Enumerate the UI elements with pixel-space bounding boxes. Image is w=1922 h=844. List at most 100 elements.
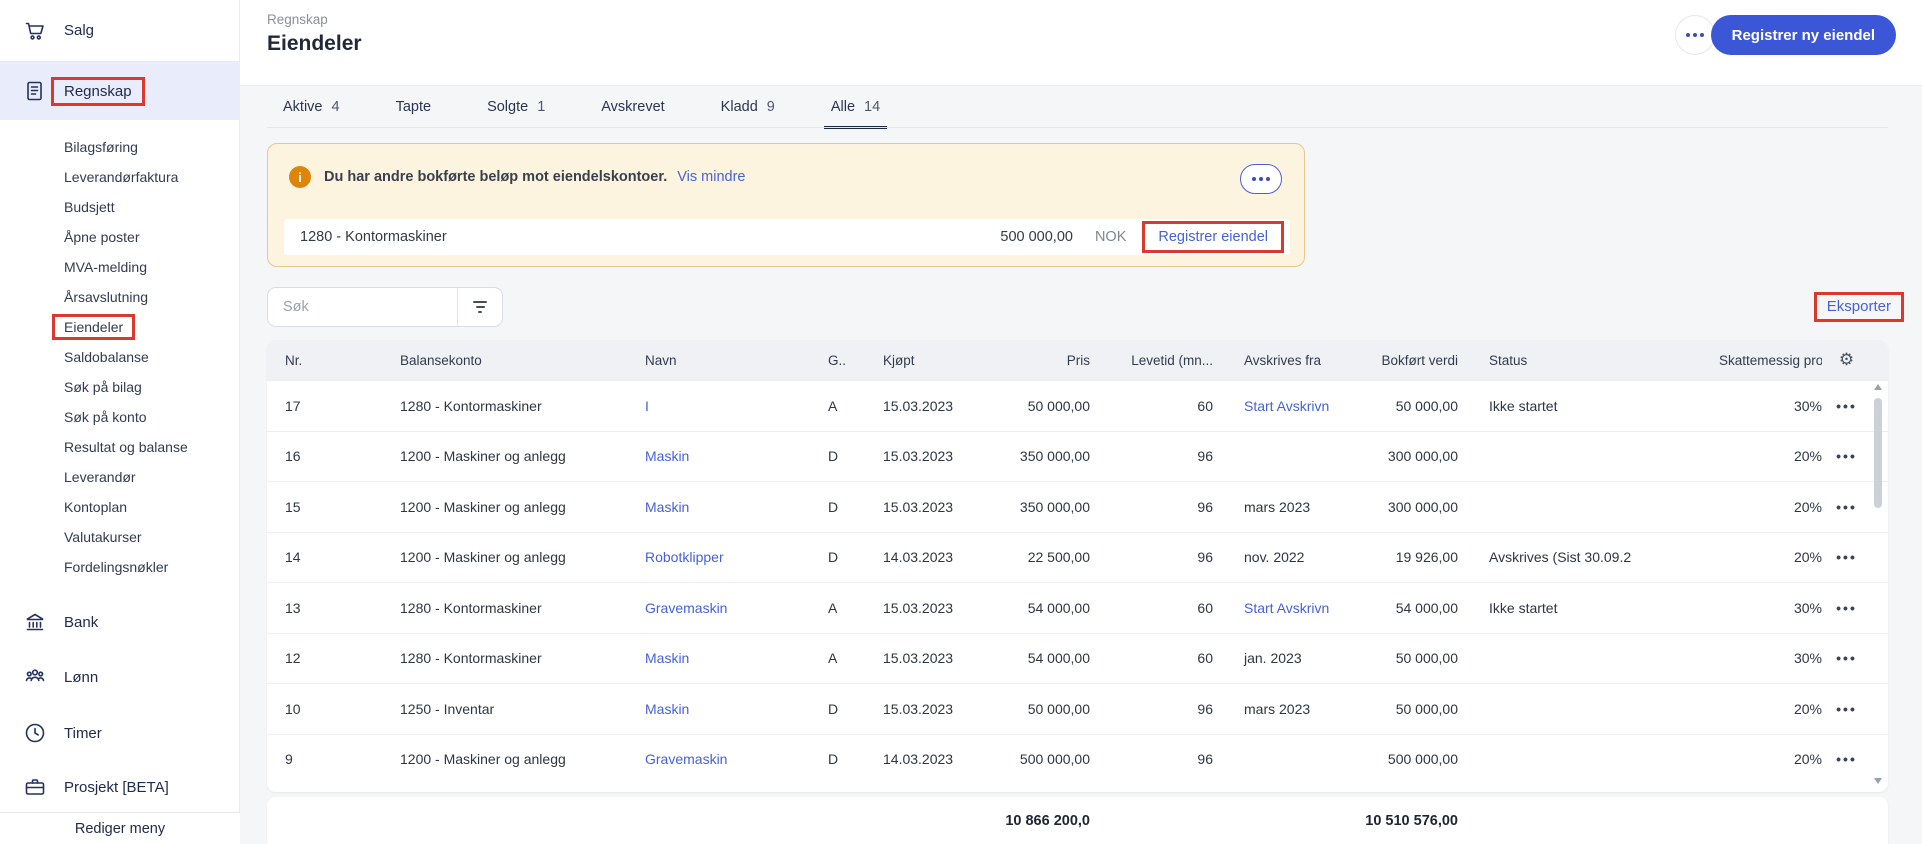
clock-icon (22, 720, 48, 746)
row-menu-button[interactable]: ••• (1836, 650, 1857, 666)
row-menu-button[interactable]: ••• (1836, 549, 1857, 565)
sidebar-item-lonn[interactable]: Lønn (0, 655, 240, 699)
row-menu-button[interactable]: ••• (1836, 398, 1857, 414)
sidebar-item-arsavslutning[interactable]: Årsavslutning (0, 282, 240, 312)
scrollbar-thumb[interactable] (1874, 398, 1882, 508)
cell-nr: 14 (285, 549, 301, 566)
sidebar-item-label: Eiendeler (64, 319, 124, 335)
col-nr[interactable]: Nr. (285, 353, 400, 368)
sidebar-item-bilagsforing[interactable]: Bilagsføring (0, 132, 240, 162)
cell-bokfort: 300 000,00 (1387, 498, 1458, 515)
tab-aktive[interactable]: Aktive 4 (283, 86, 340, 128)
sidebar-item-prosjekt[interactable]: Prosjekt [BETA] (0, 765, 240, 809)
annotation-box: Registrer eiendel (1142, 221, 1284, 253)
tab-solgte[interactable]: Solgte 1 (487, 86, 545, 128)
sidebar-item-salg[interactable]: Salg (0, 0, 240, 61)
sidebar-item-leverandorfaktura[interactable]: Leverandørfaktura (0, 162, 240, 192)
start-depreciation-link[interactable]: Start Avskrivn (1244, 398, 1329, 414)
tab-avskrevet[interactable]: Avskrevet (601, 86, 664, 128)
asset-name-link[interactable]: Gravemaskin (645, 751, 727, 767)
banner-more-button[interactable] (1240, 164, 1282, 194)
gear-icon[interactable]: ⚙ (1839, 350, 1854, 369)
col-konto[interactable]: Balansekonto (400, 353, 645, 368)
tab-divider (267, 127, 1888, 128)
cell-pris: 22 500,00 (1027, 549, 1090, 566)
search-input[interactable] (268, 288, 457, 326)
col-g[interactable]: G.. (828, 353, 883, 368)
tab-bar: Aktive 4 Tapte Solgte 1 Avskrevet Kladd 9 Alle 14 (240, 86, 1922, 129)
asset-name-link[interactable]: Robotklipper (645, 549, 724, 565)
sidebar-item-leverandor[interactable]: Leverandør (0, 462, 240, 492)
sidebar-item-sok-pa-bilag[interactable]: Søk på bilag (0, 372, 240, 402)
table-row: 10 1250 - Inventar Maskin D 15.03.2023 50 000… (267, 683, 1888, 734)
sidebar-item-kontoplan[interactable]: Kontoplan (0, 492, 240, 522)
scroll-up-arrow[interactable] (1874, 384, 1882, 390)
row-menu-button[interactable]: ••• (1836, 751, 1857, 767)
tab-count: 9 (766, 99, 775, 115)
col-status[interactable]: Status (1458, 353, 1719, 368)
export-link[interactable]: Eksporter (1827, 298, 1891, 315)
asset-name-link[interactable]: Maskin (645, 448, 689, 464)
sidebar-item-label: Bank (64, 613, 99, 631)
cell-g: D (828, 751, 839, 768)
sidebar-item-sok-pa-konto[interactable]: Søk på konto (0, 402, 240, 432)
scroll-down-arrow[interactable] (1874, 778, 1882, 784)
cell-nr: 9 (285, 751, 293, 768)
sidebar-item-valutakurser[interactable]: Valutakurser (0, 522, 240, 552)
col-levetid[interactable]: Levetid (mn... (1090, 353, 1213, 368)
tab-tapte[interactable]: Tapte (396, 86, 431, 128)
col-bokfort[interactable]: Bokført verdi (1364, 353, 1458, 368)
asset-name-link[interactable]: Maskin (645, 650, 689, 666)
sidebar-item-bank[interactable]: Bank (0, 600, 240, 644)
cell-prosent: 20% (1793, 549, 1822, 566)
filter-button[interactable] (457, 288, 502, 326)
edit-menu-button[interactable]: Rediger meny (0, 812, 240, 844)
asset-name-link[interactable]: Gravemaskin (645, 600, 727, 616)
col-pris[interactable]: Pris (973, 353, 1090, 368)
cell-bokfort: 19 926,00 (1395, 549, 1458, 566)
breadcrumb[interactable]: Regnskap (267, 12, 328, 27)
sidebar-item-budsjett[interactable]: Budsjett (0, 192, 240, 222)
cell-g: D (828, 549, 839, 566)
sidebar-item-eiendeler[interactable]: Eiendeler (0, 312, 240, 342)
col-prosent[interactable]: Skattemessig prosent (1719, 353, 1822, 368)
sidebar-item-resultat-og-balanse[interactable]: Resultat og balanse (0, 432, 240, 462)
row-menu-button[interactable]: ••• (1836, 600, 1857, 616)
ellipsis-icon (1686, 33, 1704, 37)
sidebar-item-mva-melding[interactable]: MVA-melding (0, 252, 240, 282)
tab-kladd[interactable]: Kladd 9 (721, 86, 775, 128)
col-kjopt[interactable]: Kjøpt (883, 353, 973, 368)
tab-label: Aktive (283, 99, 323, 115)
register-asset-link[interactable]: Registrer eiendel (1158, 229, 1268, 245)
sidebar-item-timer[interactable]: Timer (0, 711, 240, 755)
cell-prosent: 30% (1793, 599, 1822, 616)
tab-alle[interactable]: Alle 14 (823, 86, 888, 129)
asset-name-link[interactable]: Maskin (645, 701, 689, 717)
header-more-button[interactable] (1675, 15, 1715, 55)
annotation-box: Regnskap (51, 76, 145, 106)
banner-message-row: i Du har andre bokførte beløp mot eiende… (289, 166, 1224, 188)
vertical-scrollbar[interactable] (1871, 384, 1885, 784)
cell-avskrives: jan. 2023 (1244, 650, 1302, 667)
show-less-link[interactable]: Vis mindre (677, 169, 745, 185)
start-depreciation-link[interactable]: Start Avskrivn (1244, 600, 1329, 616)
cell-bokfort: 50 000,00 (1395, 650, 1458, 667)
regnskap-submenu: Bilagsføring Leverandørfaktura Budsjett Åpn… (0, 132, 240, 582)
row-menu-button[interactable]: ••• (1836, 701, 1857, 717)
cell-status: Ikke startet (1489, 397, 1558, 414)
cell-navn: Maskin (645, 650, 828, 666)
cell-pris: 54 000,00 (1027, 599, 1090, 616)
register-new-asset-button[interactable]: Registrer ny eiendel (1710, 15, 1896, 55)
row-menu-button[interactable]: ••• (1836, 448, 1857, 464)
asset-name-link[interactable]: I (645, 398, 649, 414)
sidebar-item-saldobalanse[interactable]: Saldobalanse (0, 342, 240, 372)
sidebar-item-regnskap[interactable]: Regnskap (0, 62, 240, 120)
col-avskrives[interactable]: Avskrives fra (1213, 353, 1364, 368)
asset-name-link[interactable]: Maskin (645, 499, 689, 515)
cell-nr: 15 (285, 498, 301, 515)
sidebar-item-fordelingsnokler[interactable]: Fordelingsnøkler (0, 552, 240, 582)
col-navn[interactable]: Navn (645, 353, 828, 368)
cell-konto: 1200 - Maskiner og anlegg (400, 448, 566, 465)
sidebar-item-apne-poster[interactable]: Åpne poster (0, 222, 240, 252)
row-menu-button[interactable]: ••• (1836, 499, 1857, 515)
